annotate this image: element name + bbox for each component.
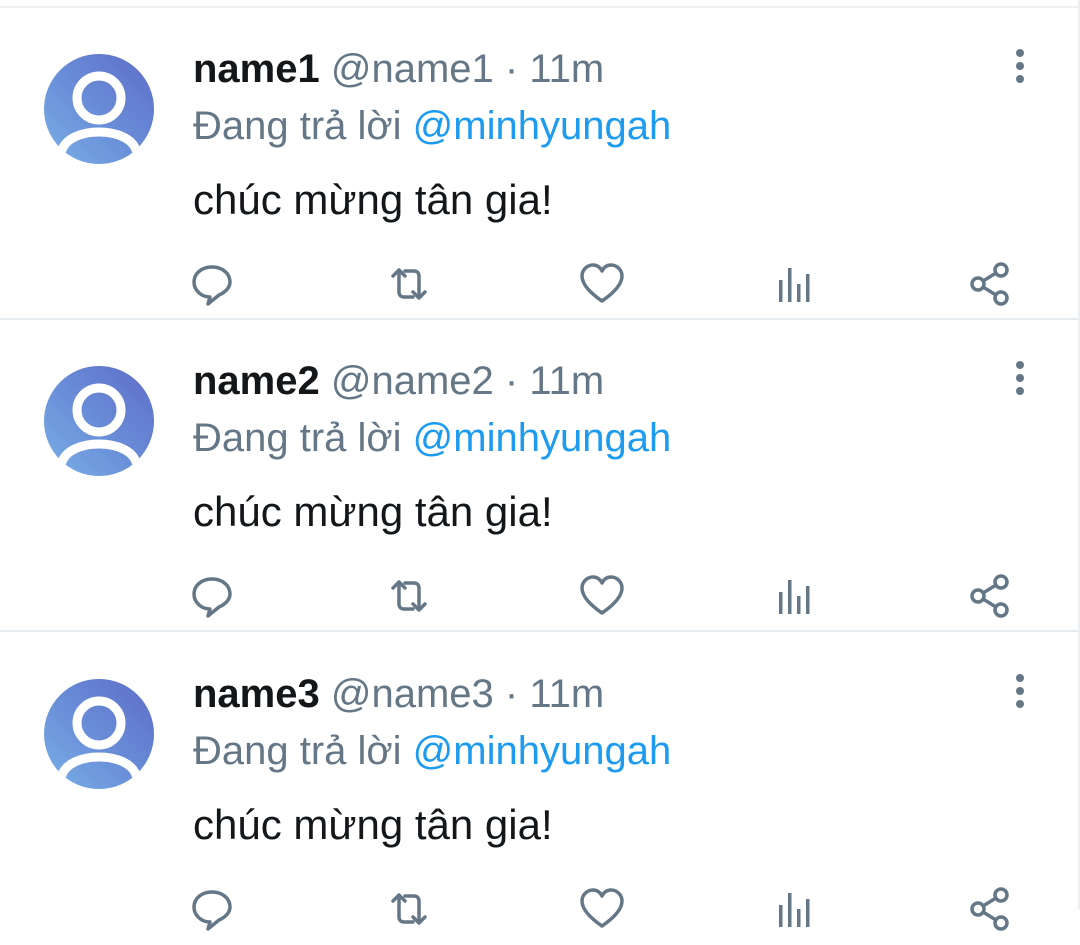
share-button[interactable]	[966, 572, 1014, 620]
analytics-button[interactable]	[770, 572, 818, 620]
more-vertical-icon	[1016, 361, 1024, 395]
timestamp[interactable]: 11m	[529, 672, 604, 716]
analytics-bars-icon	[779, 580, 810, 614]
tweet-text: chúc mừng tân gia!	[193, 488, 553, 535]
timestamp[interactable]: 11m	[529, 47, 604, 91]
share-icon	[970, 887, 1009, 931]
retweet-icon	[391, 893, 427, 925]
reply-mention-link[interactable]: @minhyungah	[413, 104, 672, 148]
display-name[interactable]: name1	[193, 47, 320, 91]
reply-prefix: Đang trả lời	[193, 729, 402, 773]
like-button[interactable]	[578, 572, 626, 620]
display-name[interactable]: name2	[193, 359, 320, 403]
reply-mention-link[interactable]: @minhyungah	[413, 416, 672, 460]
tweet-text: chúc mừng tân gia!	[193, 176, 553, 223]
avatar[interactable]	[44, 679, 154, 789]
tweet-divider	[0, 630, 1078, 632]
tweet-header: name2 @name2 · 11m	[193, 356, 604, 406]
avatar[interactable]	[44, 366, 154, 476]
separator-dot: ·	[504, 359, 519, 403]
analytics-bars-icon	[779, 893, 810, 927]
default-avatar-icon	[57, 696, 141, 780]
analytics-button[interactable]	[770, 260, 818, 308]
user-handle[interactable]: @name1	[331, 47, 494, 91]
retweet-button[interactable]	[385, 885, 433, 933]
avatar[interactable]	[44, 54, 154, 164]
tweet-feed: name1 @name1 · 11m Đang trả lời @minhyun…	[0, 0, 1080, 931]
reply-context: Đang trả lời @minhyungah	[193, 101, 671, 151]
tweet-item[interactable]: name1 @name1 · 11m Đang trả lời @minhyun…	[0, 8, 1078, 320]
reply-bubble-icon	[192, 265, 232, 306]
more-options-button[interactable]	[1006, 46, 1034, 86]
share-icon	[970, 262, 1009, 306]
share-button[interactable]	[966, 885, 1014, 933]
reply-bubble-icon	[192, 890, 232, 931]
default-avatar-icon	[57, 383, 141, 467]
like-button[interactable]	[578, 260, 626, 308]
retweet-icon	[391, 268, 427, 300]
heart-icon	[580, 888, 624, 928]
analytics-button[interactable]	[770, 885, 818, 933]
reply-button[interactable]	[188, 260, 236, 308]
user-handle[interactable]: @name3	[331, 672, 494, 716]
retweet-icon	[391, 580, 427, 612]
heart-icon	[580, 575, 624, 615]
reply-mention-link[interactable]: @minhyungah	[413, 729, 672, 773]
display-name[interactable]: name3	[193, 672, 320, 716]
user-handle[interactable]: @name2	[331, 359, 494, 403]
more-vertical-icon	[1016, 49, 1024, 83]
reply-bubble-icon	[192, 577, 232, 618]
analytics-bars-icon	[779, 268, 810, 302]
retweet-button[interactable]	[385, 572, 433, 620]
share-button[interactable]	[966, 260, 1014, 308]
more-options-button[interactable]	[1006, 671, 1034, 711]
reply-button[interactable]	[188, 885, 236, 933]
default-avatar-icon	[57, 71, 141, 155]
tweet-header: name3 @name3 · 11m	[193, 669, 604, 719]
heart-icon	[580, 263, 624, 303]
tweet-item[interactable]: name3 @name3 · 11m Đang trả lời @minhyun…	[0, 633, 1078, 945]
retweet-button[interactable]	[385, 260, 433, 308]
reply-button[interactable]	[188, 572, 236, 620]
more-options-button[interactable]	[1006, 358, 1034, 398]
reply-prefix: Đang trả lời	[193, 416, 402, 460]
timestamp[interactable]: 11m	[529, 359, 604, 403]
reply-prefix: Đang trả lời	[193, 104, 402, 148]
like-button[interactable]	[578, 885, 626, 933]
separator-dot: ·	[504, 672, 519, 716]
reply-context: Đang trả lời @minhyungah	[193, 726, 671, 776]
reply-context: Đang trả lời @minhyungah	[193, 413, 671, 463]
separator-dot: ·	[504, 47, 519, 91]
share-icon	[970, 574, 1009, 618]
tweet-item[interactable]: name2 @name2 · 11m Đang trả lời @minhyun…	[0, 320, 1078, 632]
more-vertical-icon	[1016, 674, 1024, 708]
tweet-text: chúc mừng tân gia!	[193, 801, 553, 848]
tweet-header: name1 @name1 · 11m	[193, 44, 604, 94]
